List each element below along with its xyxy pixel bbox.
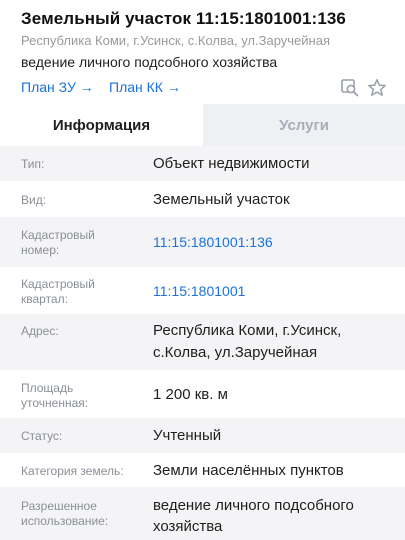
row-label: Вид: <box>21 193 47 207</box>
row-label: Разрешенное <box>21 499 97 513</box>
row-label: Кадастровый <box>21 277 95 291</box>
info-row-address: Адрес: Республика Коми, г.Усинск, с.Колв… <box>0 314 405 370</box>
plan-kk-link[interactable]: План КК → <box>109 79 181 95</box>
page-title: Земельный участок 11:15:1801001:136 <box>21 9 346 28</box>
row-label: Площадь <box>21 381 74 395</box>
row-value: Земли населённых пунктов <box>153 462 344 479</box>
row-value: Объект недвижимости <box>153 155 310 172</box>
row-value: Учтенный <box>153 427 222 444</box>
info-row-cadastral-quarter: Кадастровый квартал: 11:15:1801001 <box>0 267 405 314</box>
row-label: Статус: <box>21 429 63 443</box>
cadastral-quarter-link[interactable]: 11:15:1801001 <box>153 281 245 302</box>
object-usage: ведение личного подсобного хозяйства <box>21 54 278 70</box>
info-row-status: Статус: Учтенный <box>0 418 405 453</box>
plan-zu-link[interactable]: План ЗУ → <box>21 79 94 95</box>
info-row-area: Площадь уточненная: 1 200 кв. м <box>0 370 405 418</box>
star-icon[interactable] <box>367 78 387 98</box>
row-label: Категория земель: <box>21 464 124 478</box>
row-value: ведение личного подсобного <box>153 497 354 514</box>
tab-services[interactable]: Услуги <box>203 104 405 146</box>
info-row-type: Тип: Объект недвижимости <box>0 146 405 181</box>
object-address: Республика Коми, г.Усинск, с.Колва, ул.З… <box>21 33 330 48</box>
info-row-land-category: Категория земель: Земли населённых пункт… <box>0 453 405 487</box>
tab-information[interactable]: Информация <box>0 104 203 146</box>
row-value: Республика Коми, г.Усинск, <box>153 322 342 339</box>
row-label: Кадастровый <box>21 228 95 242</box>
info-row-permitted-use: Разрешенное использование: ведение лично… <box>0 487 405 540</box>
row-label: уточненная: <box>21 396 89 410</box>
info-row-cadastral-number: Кадастровый номер: 11:15:1801001:136 <box>0 217 405 267</box>
row-value: хозяйства <box>153 518 223 535</box>
info-row-kind: Вид: Земельный участок <box>0 181 405 217</box>
row-value: с.Колва, ул.Заручейная <box>153 344 318 361</box>
row-label: использование: <box>21 514 109 528</box>
row-value: 1 200 кв. м <box>153 386 228 403</box>
row-label: Тип: <box>21 157 45 171</box>
cadastral-number-link[interactable]: 11:15:1801001:136 <box>153 232 273 253</box>
row-label: номер: <box>21 243 60 257</box>
tab-bar: Информация Услуги <box>0 104 405 146</box>
row-value: Земельный участок <box>153 191 290 208</box>
map-search-icon[interactable] <box>340 78 360 98</box>
object-header: Земельный участок 11:15:1801001:136 Респ… <box>0 0 405 104</box>
row-label: квартал: <box>21 292 68 306</box>
row-label: Адрес: <box>21 324 59 338</box>
